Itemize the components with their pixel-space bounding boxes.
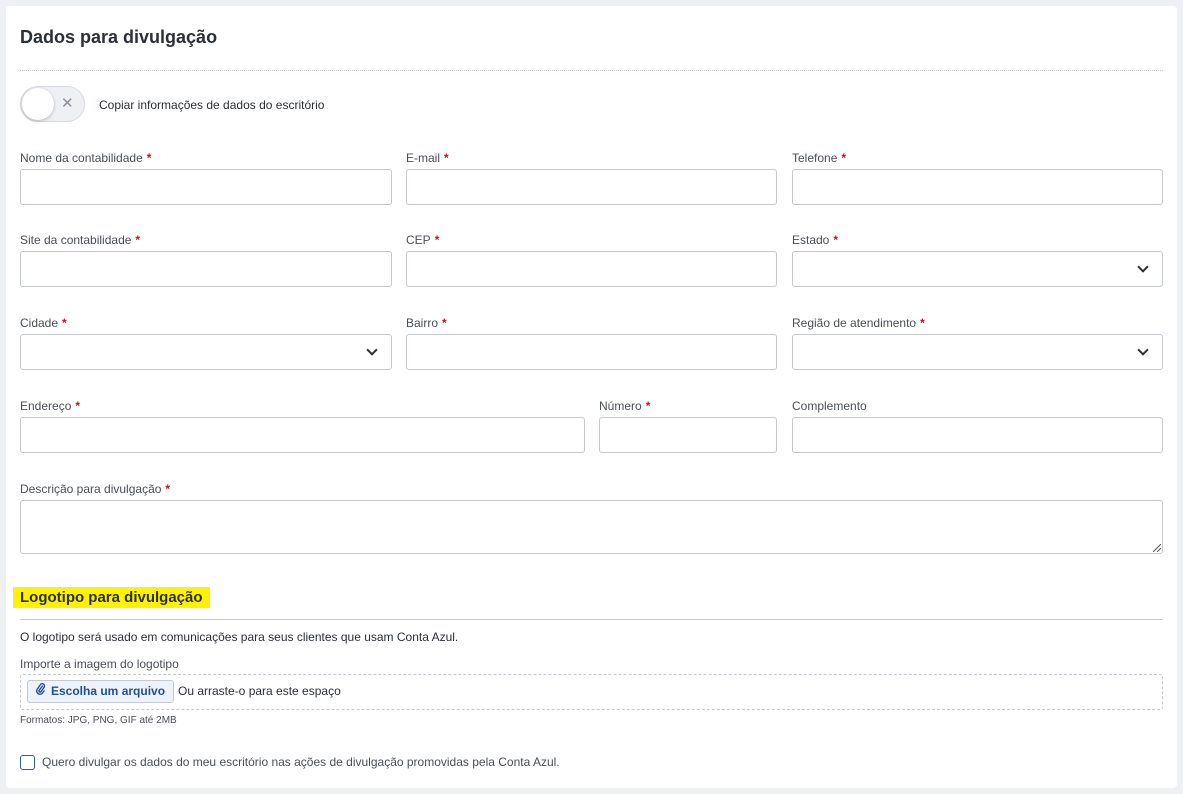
regiao-select[interactable] bbox=[792, 334, 1163, 370]
field-label-telefone: Telefone * bbox=[792, 151, 847, 165]
copy-office-data-toggle[interactable]: ✕ bbox=[20, 86, 85, 122]
endereco-input[interactable] bbox=[20, 417, 585, 453]
field-label-numero: Número * bbox=[599, 399, 651, 413]
cep-input[interactable] bbox=[406, 251, 777, 287]
close-icon: ✕ bbox=[61, 95, 74, 112]
field-label-estado: Estado * bbox=[792, 233, 839, 247]
divider bbox=[20, 619, 1163, 620]
divider bbox=[20, 70, 1163, 71]
site-input[interactable] bbox=[20, 251, 392, 287]
logo-import-label: Importe a imagem do logotipo bbox=[20, 657, 179, 671]
estado-select[interactable] bbox=[792, 251, 1163, 287]
field-label-email: E-mail * bbox=[406, 151, 449, 165]
file-formats-hint: Formatos: JPG, PNG, GIF até 2MB bbox=[20, 715, 177, 726]
field-label-endereco: Endereço * bbox=[20, 399, 81, 413]
numero-input[interactable] bbox=[599, 417, 777, 453]
field-label-descricao: Descrição para divulgação * bbox=[20, 482, 171, 496]
form-card bbox=[6, 6, 1177, 788]
paperclip-icon bbox=[36, 681, 46, 702]
drop-hint: Ou arraste-o para este espaço bbox=[178, 684, 341, 698]
consent-checkbox[interactable] bbox=[20, 755, 35, 770]
field-label-complemento: Complemento bbox=[792, 399, 867, 413]
telefone-input[interactable] bbox=[792, 169, 1163, 205]
estado-select-box[interactable] bbox=[792, 251, 1163, 287]
field-label-regiao: Região de atendimento * bbox=[792, 316, 925, 330]
cidade-select-box[interactable] bbox=[20, 334, 392, 370]
bairro-input[interactable] bbox=[406, 334, 777, 370]
consent-label[interactable]: Quero divulgar os dados do meu escritóri… bbox=[42, 755, 560, 769]
complemento-input[interactable] bbox=[792, 417, 1163, 453]
toggle-label: Copiar informações de dados do escritóri… bbox=[99, 98, 325, 112]
regiao-select-box[interactable] bbox=[792, 334, 1163, 370]
logo-description: O logotipo será usado em comunicações pa… bbox=[20, 630, 459, 644]
field-label-cep: CEP * bbox=[406, 233, 440, 247]
field-label-nome: Nome da contabilidade * bbox=[20, 151, 152, 165]
nome-contabilidade-input[interactable] bbox=[20, 169, 392, 205]
section-title: Dados para divulgação bbox=[20, 27, 218, 47]
field-label-cidade: Cidade * bbox=[20, 316, 67, 330]
resize-handle-icon[interactable] bbox=[1153, 544, 1161, 552]
toggle-knob bbox=[22, 88, 54, 120]
field-label-site: Site da contabilidade * bbox=[20, 233, 141, 247]
choose-file-label: Escolha um arquivo bbox=[51, 684, 166, 698]
choose-file-button[interactable]: Escolha um arquivo bbox=[27, 680, 175, 703]
field-label-bairro: Bairro * bbox=[406, 316, 447, 330]
email-input[interactable] bbox=[406, 169, 777, 205]
cidade-select[interactable] bbox=[20, 334, 392, 370]
logo-dropzone[interactable]: Escolha um arquivo Ou arraste-o para est… bbox=[20, 674, 1163, 710]
logo-section-title: Logotipo para divulgação bbox=[13, 587, 210, 608]
descricao-textarea[interactable] bbox=[20, 500, 1163, 554]
